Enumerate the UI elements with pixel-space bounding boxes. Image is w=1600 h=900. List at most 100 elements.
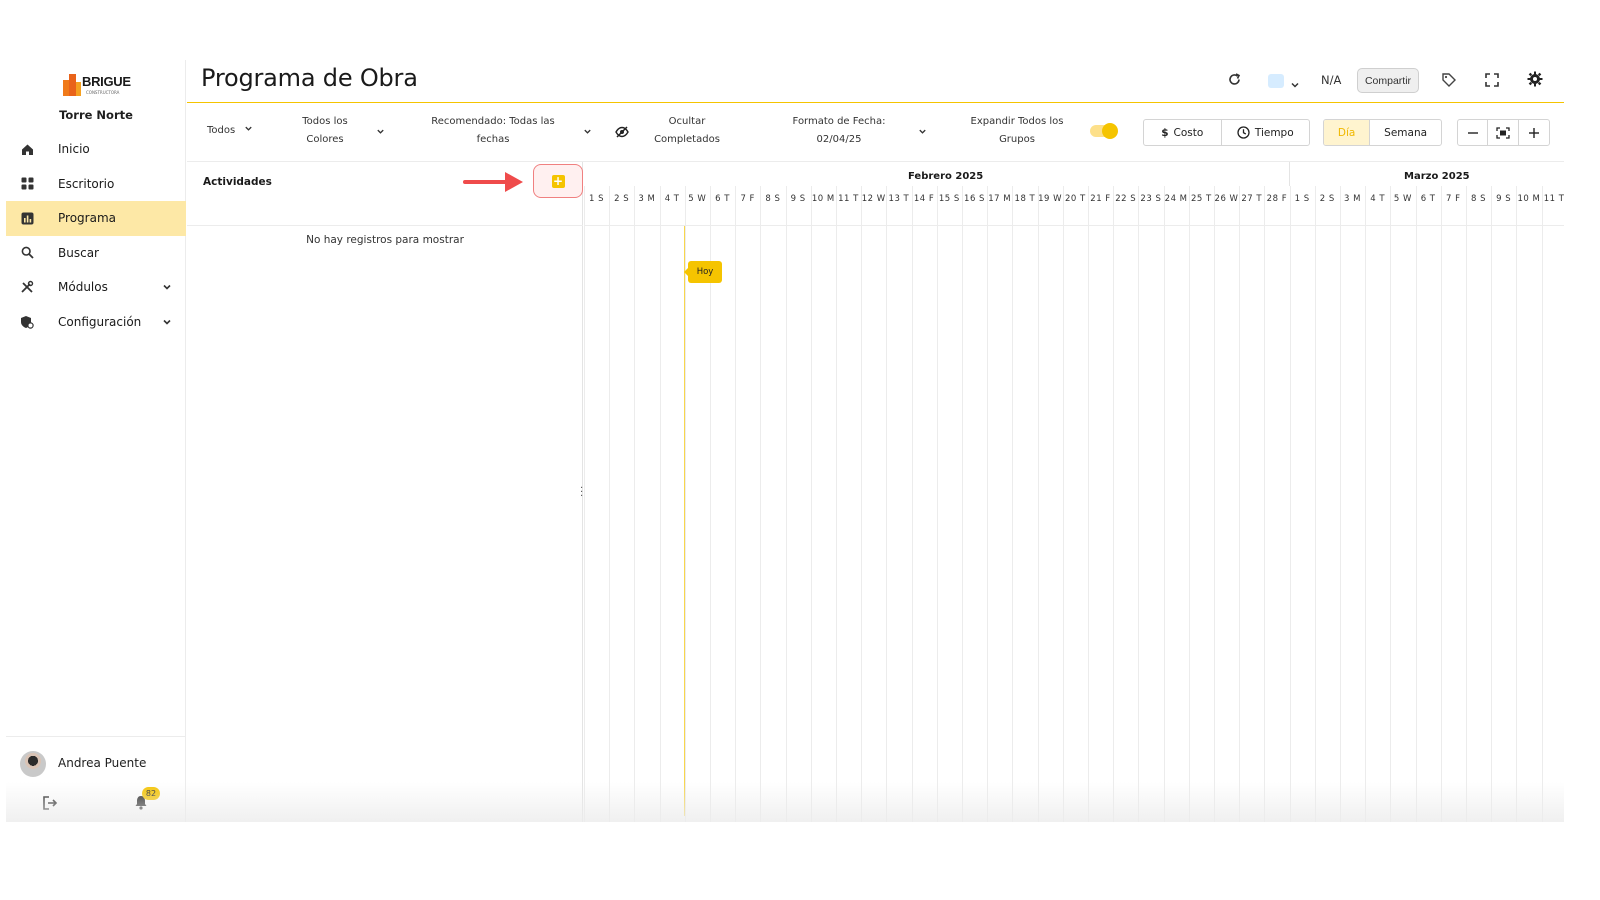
sidebar-item-buscar[interactable]: Buscar bbox=[6, 236, 186, 271]
chevron-down-icon[interactable] bbox=[162, 281, 172, 295]
chart-icon bbox=[20, 211, 34, 225]
day-label: 23 S bbox=[1140, 194, 1162, 204]
today-line bbox=[684, 226, 685, 816]
sidebar-item-inicio[interactable]: Inicio bbox=[6, 132, 186, 167]
sidebar-item-label: Inicio bbox=[58, 142, 90, 157]
day-label: 22 S bbox=[1115, 194, 1137, 204]
refresh-icon[interactable] bbox=[1227, 72, 1242, 91]
hide-completed-label-2: Completados bbox=[654, 134, 720, 145]
day-grid-line bbox=[1390, 186, 1392, 822]
empty-state-message: No hay registros para mostrar bbox=[306, 234, 464, 246]
day-label: 9 S bbox=[1496, 194, 1512, 204]
day-grid-line bbox=[1264, 186, 1266, 822]
arrow-pointer-icon bbox=[463, 172, 523, 192]
day-grid-line bbox=[1088, 186, 1089, 822]
day-grid-line bbox=[1491, 186, 1493, 822]
clock-icon bbox=[1237, 126, 1250, 139]
zoom-fit-button[interactable] bbox=[1488, 120, 1519, 145]
zoom-in-button[interactable] bbox=[1519, 120, 1549, 145]
app-window: BRIGUE CONSTRUCTORA Torre Norte Inicio E… bbox=[6, 60, 1564, 822]
date-format-dropdown[interactable]: Formato de Fecha: 02/04/25 bbox=[787, 113, 891, 149]
date-range-dropdown[interactable]: Recomendado: Todas las fechas bbox=[423, 113, 563, 149]
brand-tagline: CONSTRUCTORA bbox=[86, 90, 120, 95]
expand-groups-label-1: Expandir Todos los bbox=[970, 116, 1064, 127]
day-grid-line bbox=[1138, 186, 1140, 822]
day-label: 7 F bbox=[1446, 194, 1461, 204]
brand-logo[interactable]: BRIGUE CONSTRUCTORA bbox=[62, 68, 132, 102]
day-label: 14 F bbox=[913, 194, 935, 204]
status-filter-dropdown[interactable]: Todos bbox=[207, 122, 253, 140]
day-grid-line bbox=[1113, 186, 1115, 822]
color-swatch[interactable] bbox=[1268, 74, 1284, 88]
zoom-out-button[interactable] bbox=[1458, 120, 1489, 145]
expand-groups-toggle[interactable] bbox=[1090, 123, 1118, 139]
toggle-knob bbox=[1102, 123, 1118, 139]
day-label: 10 M bbox=[811, 194, 835, 204]
day-grid-line bbox=[1541, 186, 1543, 822]
logout-icon[interactable] bbox=[42, 795, 58, 815]
sidebar-item-modulos[interactable]: Módulos bbox=[6, 270, 186, 305]
expand-groups-label: Expandir Todos los Grupos bbox=[962, 113, 1072, 149]
day-label: 9 S bbox=[790, 194, 806, 204]
day-grid-line bbox=[810, 186, 812, 822]
sidebar-item-label: Configuración bbox=[58, 314, 142, 329]
chevron-down-icon[interactable] bbox=[918, 127, 927, 136]
gear-icon[interactable] bbox=[1527, 71, 1543, 91]
month-label-mar: Marzo 2025 bbox=[1404, 171, 1470, 182]
time-button[interactable]: Tiempo bbox=[1222, 120, 1309, 145]
chevron-down-icon[interactable] bbox=[162, 316, 172, 330]
day-grid-line bbox=[659, 186, 661, 822]
building-logo-icon bbox=[63, 74, 81, 96]
sidebar-item-label: Módulos bbox=[58, 280, 108, 295]
day-label: 5 W bbox=[1393, 194, 1412, 204]
sidebar-item-programa[interactable]: Programa bbox=[6, 201, 186, 236]
day-label: 4 T bbox=[664, 194, 680, 204]
avatar[interactable] bbox=[20, 751, 46, 777]
sidebar: BRIGUE CONSTRUCTORA Torre Norte Inicio E… bbox=[6, 60, 186, 822]
cost-button[interactable]: $ Costo bbox=[1144, 120, 1222, 145]
sidebar-nav: Inicio Escritorio Programa Buscar Módulo… bbox=[6, 132, 186, 339]
activities-title: Actividades bbox=[203, 176, 272, 188]
chevron-down-icon[interactable] bbox=[376, 127, 385, 136]
week-view-button[interactable]: Semana bbox=[1370, 120, 1441, 145]
sidebar-item-configuracion[interactable]: Configuración bbox=[6, 305, 186, 340]
activities-panel: Actividades + No hay registros para most… bbox=[187, 162, 583, 822]
day-label: 2 S bbox=[614, 194, 630, 204]
day-label: 12 W bbox=[861, 194, 886, 204]
day-grid-line bbox=[760, 186, 762, 822]
day-grid-line bbox=[1163, 186, 1165, 822]
user-name[interactable]: Andrea Puente bbox=[58, 756, 146, 770]
color-filter-label-1: Todos los bbox=[302, 116, 348, 127]
day-label: 18 T bbox=[1014, 194, 1036, 204]
brand-name: BRIGUE bbox=[82, 74, 131, 89]
day-grid-line bbox=[987, 186, 989, 822]
date-format-label: Formato de Fecha: bbox=[792, 116, 886, 127]
day-grid-line bbox=[1516, 186, 1518, 822]
day-label: 6 T bbox=[715, 194, 730, 204]
day-grid-line bbox=[861, 186, 863, 822]
settings-shield-icon bbox=[20, 315, 34, 329]
hide-completed-toggle[interactable]: Ocultar Completados bbox=[642, 113, 732, 149]
na-indicator: N/A bbox=[1321, 73, 1342, 87]
view-scale-switch: Día Semana bbox=[1323, 119, 1442, 146]
grid-icon bbox=[20, 177, 34, 191]
day-label: 11 T bbox=[1543, 194, 1564, 204]
chevron-down-icon[interactable] bbox=[583, 127, 592, 136]
fullscreen-icon[interactable] bbox=[1485, 72, 1499, 91]
day-label: 7 F bbox=[740, 194, 755, 204]
day-label: 1 S bbox=[588, 194, 604, 204]
share-button[interactable]: Compartir bbox=[1357, 68, 1419, 93]
tag-icon[interactable] bbox=[1441, 72, 1457, 92]
chevron-down-icon[interactable] bbox=[1290, 75, 1300, 94]
color-filter-dropdown[interactable]: Todos los Colores bbox=[295, 113, 355, 149]
resize-handle-icon[interactable]: · · · bbox=[580, 484, 583, 502]
today-marker: Hoy bbox=[684, 261, 722, 283]
eye-off-icon[interactable] bbox=[615, 126, 629, 138]
add-activity-button[interactable]: + bbox=[551, 174, 565, 188]
day-label: 25 T bbox=[1190, 194, 1212, 204]
time-label: Tiempo bbox=[1254, 126, 1294, 139]
sidebar-item-escritorio[interactable]: Escritorio bbox=[6, 167, 186, 202]
day-grid-line bbox=[1214, 186, 1215, 822]
sidebar-item-label: Escritorio bbox=[58, 176, 115, 191]
day-view-button[interactable]: Día bbox=[1324, 120, 1371, 145]
